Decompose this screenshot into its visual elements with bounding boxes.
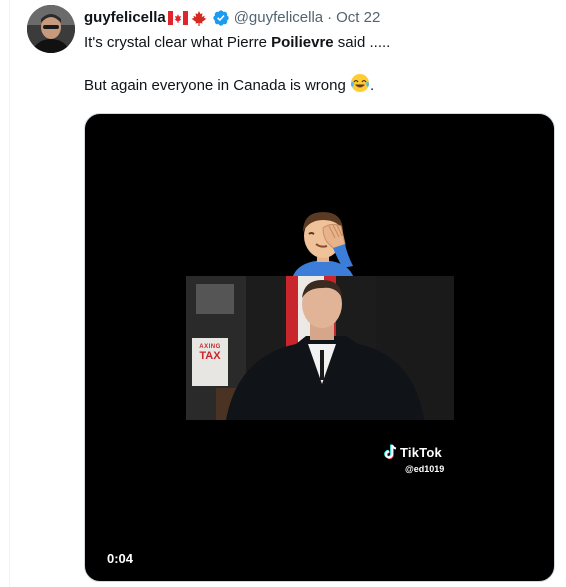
canada-flag-icon [167,11,188,25]
video-player[interactable]: AXING TAX TikTok @ed1019 0:04 [84,113,555,582]
verified-badge-icon[interactable] [212,9,230,27]
tweet-date[interactable]: Oct 22 [336,8,380,28]
maple-leaf-icon [190,10,208,26]
tweet-text: It's crystal clear what Pierre Poilievre… [84,33,554,96]
text-segment: said ..... [333,34,391,51]
text-segment: . [370,77,375,94]
face-with-tears-of-joy-icon [350,73,370,93]
separator-dot: · [327,9,333,26]
book-cover: AXING TAX [192,338,228,386]
video-frame: AXING TAX [186,276,454,420]
tiktok-brand: TikTok [400,444,442,460]
display-name[interactable]: guyfelicella [84,8,166,28]
tiktok-watermark: TikTok [383,444,442,460]
tweet-text-line-2: But again everyone in Canada is wrong . [84,73,554,96]
handle[interactable]: @guyfelicella [234,8,323,28]
tiktok-username: @ed1019 [405,464,445,474]
text-segment: It's crystal clear what Pierre [84,34,272,51]
video-timestamp: 0:04 [107,551,134,566]
tweet[interactable]: guyfelicella @guyfelicella · Oct 22 It's… [0,0,566,587]
tweet-text-line-1: It's crystal clear what Pierre Poilievre… [84,33,554,53]
book-title-main: TAX [199,350,221,362]
bold-mention: Poilievre [271,34,334,51]
text-segment: But again everyone in Canada is wrong [84,77,351,94]
tweet-header: guyfelicella @guyfelicella · Oct 22 [84,8,380,28]
avatar[interactable] [27,5,75,53]
tiktok-icon [384,444,397,460]
man-facepalming-icon [283,204,363,284]
